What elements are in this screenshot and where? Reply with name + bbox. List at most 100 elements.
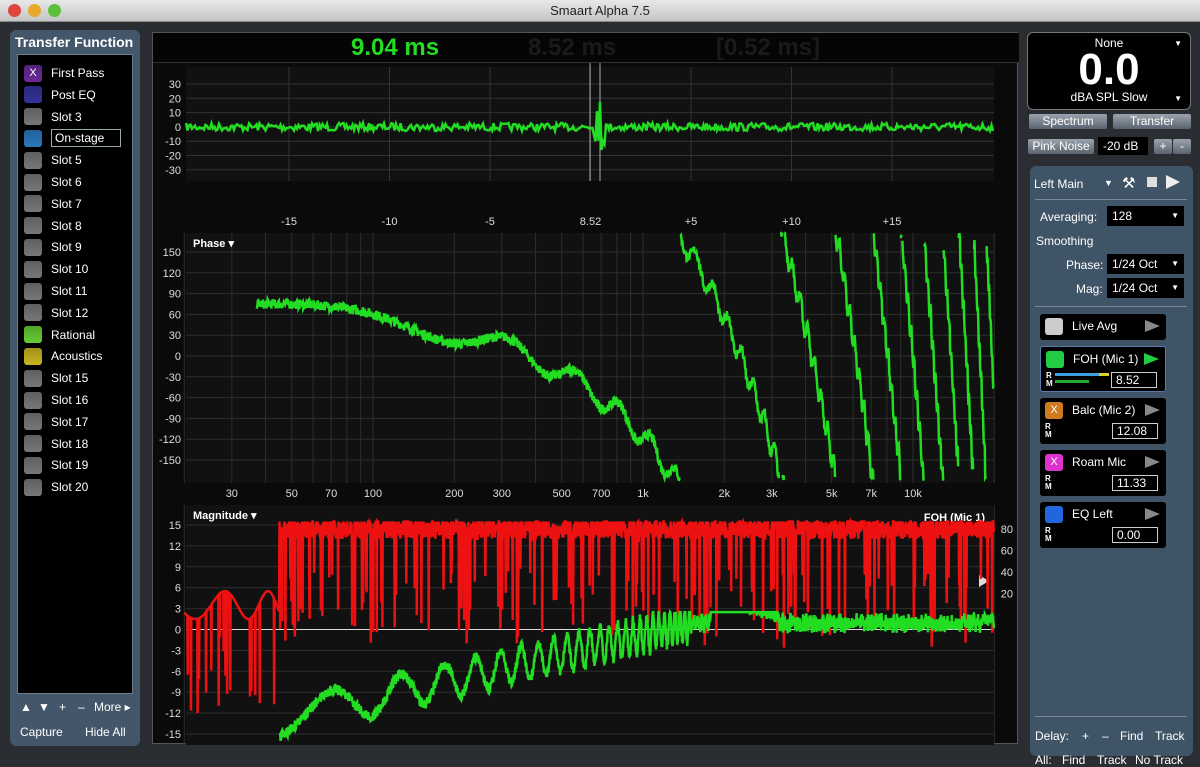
slot-color-swatch[interactable] [24, 391, 42, 409]
averaging-select[interactable]: 128 ▼ [1107, 206, 1184, 226]
track-color-swatch[interactable] [1046, 351, 1064, 368]
delay-value-field[interactable]: 0.00 [1112, 527, 1158, 543]
slot-item[interactable]: X First Pass [24, 63, 104, 83]
slot-color-swatch[interactable] [24, 326, 42, 344]
slot-color-swatch[interactable] [24, 260, 42, 278]
slot-item[interactable]: Slot 8 [24, 216, 82, 236]
delay-value-field[interactable]: 11.33 [1112, 475, 1158, 491]
x-tick-label: +5 [685, 216, 698, 228]
slot-color-swatch[interactable] [24, 173, 42, 191]
level-down-button[interactable]: - [1173, 139, 1191, 154]
slot-item[interactable]: Slot 11 [24, 281, 87, 301]
delay-value-field[interactable]: 12.08 [1112, 423, 1158, 439]
magnitude-label[interactable]: Magnitude ▾ [193, 510, 257, 522]
play-icon[interactable] [1166, 175, 1180, 189]
slot-color-swatch[interactable] [24, 217, 42, 235]
slot-color-swatch[interactable] [24, 195, 42, 213]
slot-item[interactable]: Slot 7 [24, 194, 82, 214]
slot-item[interactable]: Slot 15 [24, 368, 88, 388]
slot-item[interactable]: Post EQ [24, 85, 96, 105]
delay-difference: [0.52 ms] [716, 34, 821, 61]
delay-find-button[interactable]: Find [1120, 729, 1143, 743]
y-tick-label: -120 [159, 434, 181, 446]
track-item[interactable]: FOH (Mic 1) R M 8.52 [1040, 346, 1166, 392]
delay-minus-button[interactable]: – [1102, 729, 1109, 743]
level-up-button[interactable]: + [1154, 139, 1172, 154]
track-item[interactable]: X Balc (Mic 2) R M 12.08 [1040, 398, 1166, 444]
slot-color-swatch[interactable]: X [24, 64, 42, 82]
config-name[interactable]: Left Main [1034, 177, 1083, 191]
play-icon[interactable] [1144, 353, 1159, 365]
chevron-down-icon[interactable]: ▼ [1174, 39, 1182, 48]
slot-item[interactable]: Slot 10 [24, 259, 88, 279]
more-button[interactable]: More ▸ [94, 700, 131, 714]
tools-icon[interactable]: ⚒ [1122, 174, 1135, 192]
all-track-button[interactable]: Track [1097, 753, 1127, 767]
chevron-down-icon[interactable]: ▼ [1104, 178, 1113, 188]
capture-button[interactable]: Capture [20, 725, 63, 739]
hide-all-button[interactable]: Hide All [85, 725, 126, 739]
track-color-swatch[interactable] [1045, 318, 1063, 335]
delay-track-button[interactable]: Track [1155, 729, 1185, 743]
slot-item[interactable]: On-stage [24, 128, 121, 148]
spl-meter[interactable]: None 0.0 dBA SPL Slow ▼ ▼ [1027, 32, 1191, 110]
chevron-down-icon[interactable]: ▼ [1174, 94, 1182, 103]
move-up-button[interactable]: ▲ [20, 700, 32, 714]
slot-item[interactable]: Slot 6 [24, 172, 82, 192]
slot-item[interactable]: Slot 3 [24, 107, 82, 127]
pink-noise-button[interactable]: Pink Noise [1028, 139, 1094, 154]
add-slot-button[interactable]: + [59, 700, 66, 714]
phase-smoothing-select[interactable]: 1/24 Oct ▼ [1107, 254, 1184, 274]
y-tick-label: -60 [165, 393, 181, 405]
track-item[interactable]: Live Avg [1040, 314, 1166, 340]
slot-item[interactable]: Slot 19 [24, 455, 88, 475]
slot-item[interactable]: Rational [24, 325, 95, 345]
slot-color-swatch[interactable] [24, 304, 42, 322]
slot-item[interactable]: Slot 5 [24, 150, 82, 170]
minimize-button[interactable] [28, 4, 41, 17]
slot-item[interactable]: Slot 12 [24, 303, 88, 323]
move-down-button[interactable]: ▼ [38, 700, 50, 714]
phase-label[interactable]: Phase ▾ [193, 238, 234, 250]
transfer-button[interactable]: Transfer [1113, 114, 1191, 129]
slot-item[interactable]: Slot 9 [24, 237, 82, 257]
slot-item[interactable]: Slot 20 [24, 477, 88, 497]
track-color-swatch[interactable]: X [1045, 402, 1063, 419]
track-item[interactable]: EQ Left R M 0.00 [1040, 502, 1166, 548]
slot-item[interactable]: Acoustics [24, 346, 102, 366]
slot-color-swatch[interactable] [24, 456, 42, 474]
track-item[interactable]: X Roam Mic R M 11.33 [1040, 450, 1166, 496]
delay-plus-button[interactable]: + [1082, 729, 1089, 743]
slot-color-swatch[interactable] [24, 108, 42, 126]
close-button[interactable] [8, 4, 21, 17]
slot-color-swatch[interactable] [24, 282, 42, 300]
slot-color-swatch[interactable] [24, 129, 42, 147]
play-icon[interactable] [1145, 320, 1160, 332]
play-icon[interactable] [1145, 404, 1160, 416]
slot-color-swatch[interactable] [24, 478, 42, 496]
stop-icon[interactable] [1147, 177, 1157, 187]
slot-color-swatch[interactable] [24, 151, 42, 169]
play-icon[interactable] [1145, 508, 1160, 520]
slot-color-swatch[interactable] [24, 413, 42, 431]
remove-slot-button[interactable]: – [78, 700, 85, 714]
zoom-button[interactable] [48, 4, 61, 17]
slot-color-swatch[interactable] [24, 238, 42, 256]
measurement-plots[interactable]: 3020100-10-20-30-15 -10 -5 8.52 +5 +10 +151501… [153, 63, 1019, 745]
all-find-button[interactable]: Find [1062, 753, 1085, 767]
slot-color-swatch[interactable] [24, 369, 42, 387]
delay-value-field[interactable]: 8.52 [1111, 372, 1157, 388]
no-track-button[interactable]: No Track [1135, 753, 1183, 767]
y-tick-label: -90 [165, 413, 181, 425]
slot-color-swatch[interactable] [24, 435, 42, 453]
slot-item[interactable]: Slot 18 [24, 434, 88, 454]
spectrum-button[interactable]: Spectrum [1029, 114, 1107, 129]
slot-item[interactable]: Slot 16 [24, 390, 88, 410]
mag-smoothing-select[interactable]: 1/24 Oct ▼ [1107, 278, 1184, 298]
slot-item[interactable]: Slot 17 [24, 412, 88, 432]
slot-color-swatch[interactable] [24, 347, 42, 365]
track-color-swatch[interactable] [1045, 506, 1063, 523]
track-color-swatch[interactable]: X [1045, 454, 1063, 471]
play-icon[interactable] [1145, 456, 1160, 468]
slot-color-swatch[interactable] [24, 86, 42, 104]
